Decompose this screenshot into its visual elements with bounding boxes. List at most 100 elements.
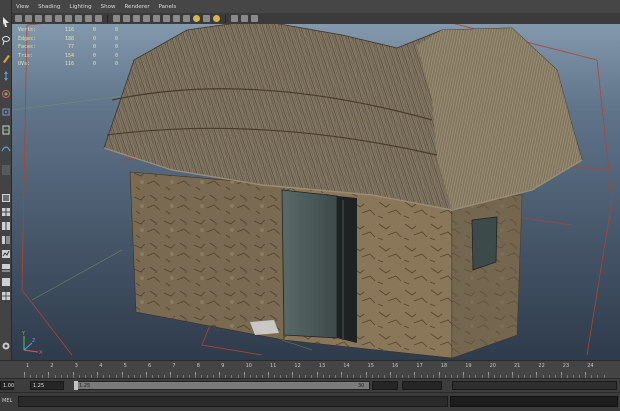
menu-shading[interactable]: Shading <box>38 4 60 10</box>
wireframe-icon[interactable] <box>113 15 120 22</box>
layout-two-icon[interactable] <box>1 220 11 232</box>
timeline-tick-label: 10 <box>245 363 252 369</box>
timeline-tick-label: 23 <box>562 363 570 369</box>
last-tool-icon[interactable] <box>1 164 11 176</box>
tool-box <box>0 0 12 360</box>
rotate-tool-icon[interactable] <box>1 88 11 100</box>
select-camera-icon[interactable] <box>15 15 22 22</box>
view-axis-icon: X Y Z <box>21 331 43 356</box>
render-view-icon[interactable] <box>1 340 11 352</box>
viewport-renderer-icon[interactable] <box>251 15 258 22</box>
timeline-tick-label: 14 <box>343 363 350 369</box>
start-time-field[interactable]: 1.00 <box>0 381 14 390</box>
menu-panels[interactable]: Panels <box>159 4 177 10</box>
range-end-label: 30 <box>358 383 365 389</box>
bounding-box-icon[interactable] <box>143 15 150 22</box>
timeline-tick-label: 16 <box>392 363 399 369</box>
timeline-tick-label: 4 <box>99 363 103 369</box>
soft-mod-tool-icon[interactable] <box>1 142 11 154</box>
menu-view[interactable]: View <box>16 4 29 10</box>
default-light-icon[interactable] <box>193 15 200 22</box>
field-chart-icon[interactable] <box>95 15 102 22</box>
timeline-tick-label: 19 <box>465 363 472 369</box>
timeline-tick-label: 3 <box>74 363 78 369</box>
grid-icon[interactable] <box>55 15 62 22</box>
timeline-tick-label: 2 <box>50 363 54 369</box>
mel-label: MEL <box>2 398 13 404</box>
axis-x-label: X <box>39 350 43 356</box>
time-slider[interactable]: 1 2 3 4 5 6 7 8 9 10 11 12 13 14 15 16 17 18 19 20 21 22 23 24 <box>0 360 620 378</box>
manipulator-tool-icon[interactable] <box>1 124 11 136</box>
lasso-tool-icon[interactable] <box>1 34 11 46</box>
perspective-viewport[interactable]: View Shading Lighting Show Renderer Pane… <box>12 0 620 360</box>
timeline-tick-label: 15 <box>367 363 374 369</box>
resolution-gate-icon[interactable] <box>75 15 82 22</box>
menu-renderer[interactable]: Renderer <box>124 4 149 10</box>
end-time-field[interactable] <box>402 381 442 390</box>
ground-marker <box>250 320 279 335</box>
hud-row-edges: Edges: 188 0 0 <box>18 35 118 42</box>
timeline-tick-label: 12 <box>294 363 301 369</box>
wireframe-on-shaded-icon[interactable] <box>153 15 160 22</box>
timeline-tick-label: 6 <box>148 363 152 369</box>
gate-mask-icon[interactable] <box>85 15 92 22</box>
axis-y-label: Y <box>21 331 26 337</box>
command-result <box>450 396 618 407</box>
timeline-tick-label: 22 <box>538 363 545 369</box>
ambient-occlusion-icon[interactable] <box>213 15 220 22</box>
timeline-tick-label: 17 <box>416 363 423 369</box>
axis-z-label: Z <box>32 338 36 344</box>
playback-end-field[interactable] <box>372 381 398 390</box>
smooth-shade-icon[interactable] <box>123 15 130 22</box>
layout-single-icon[interactable] <box>1 192 11 204</box>
timeline-tick-label: 21 <box>514 363 521 369</box>
panel-toolbar <box>12 13 620 24</box>
scale-tool-icon[interactable] <box>1 106 11 118</box>
character-set-field[interactable] <box>452 381 617 390</box>
menu-lighting[interactable]: Lighting <box>69 4 91 10</box>
command-input[interactable] <box>18 396 448 407</box>
command-line: MEL <box>0 392 620 411</box>
bookmark-icon[interactable] <box>35 15 42 22</box>
hud-row-tris: Tris: 154 0 0 <box>18 52 118 59</box>
menu-show[interactable]: Show <box>101 4 116 10</box>
xray-joints-icon[interactable] <box>241 15 248 22</box>
timeline-tick-label: 20 <box>489 363 496 369</box>
select-tool-icon[interactable] <box>1 16 11 28</box>
layout-hypergraph-icon[interactable] <box>1 276 11 288</box>
image-plane-icon[interactable] <box>45 15 52 22</box>
textured-icon[interactable] <box>173 15 180 22</box>
move-tool-icon[interactable] <box>1 70 11 82</box>
range-slider-bar: 1.00 1.25 1.25 30 <box>0 378 620 392</box>
timeline-tick-label: 8 <box>196 363 200 369</box>
timeline-tick-label: 24 <box>587 363 594 369</box>
playback-start-field[interactable]: 1.25 <box>30 381 64 390</box>
layout-outliner-icon[interactable] <box>1 234 11 246</box>
all-lights-icon[interactable] <box>183 15 190 22</box>
film-gate-icon[interactable] <box>65 15 72 22</box>
timeline-tick-label: 1 <box>26 363 30 369</box>
range-inner-start-label: 1.25 <box>79 383 91 389</box>
isolate-select-icon[interactable] <box>231 15 238 22</box>
timeline-tick-label: 13 <box>318 363 326 369</box>
timeline-tick-label: 18 <box>440 363 448 369</box>
layout-uv-icon[interactable] <box>1 290 11 302</box>
timeline-tick-label: 9 <box>221 363 225 369</box>
timeline-tick-label: 5 <box>123 363 127 369</box>
shadows-icon[interactable] <box>203 15 210 22</box>
panel-menu-bar: View Shading Lighting Show Renderer Pane… <box>12 0 620 13</box>
paint-tool-icon[interactable] <box>1 52 11 64</box>
range-slider-start-handle[interactable] <box>74 381 78 390</box>
layout-four-icon[interactable] <box>1 206 11 218</box>
camera-attributes-icon[interactable] <box>25 15 32 22</box>
layout-persp-icon[interactable] <box>1 262 11 274</box>
layout-graph-icon[interactable] <box>1 248 11 260</box>
hud-row-verts: Verts: 116 0 0 <box>18 27 118 33</box>
flat-shade-icon[interactable] <box>133 15 140 22</box>
poly-count-hud: Verts: 116 0 0 Edges: 188 0 0 Faces: 77 0 0 Tris:… <box>18 26 118 69</box>
range-slider-track[interactable] <box>74 381 370 390</box>
xray-icon[interactable] <box>163 15 170 22</box>
timeline-tick-label: 11 <box>270 363 277 369</box>
hud-row-uvs: UVs: 116 0 0 <box>18 61 118 67</box>
hud-row-faces: Faces: 77 0 0 <box>18 44 118 50</box>
